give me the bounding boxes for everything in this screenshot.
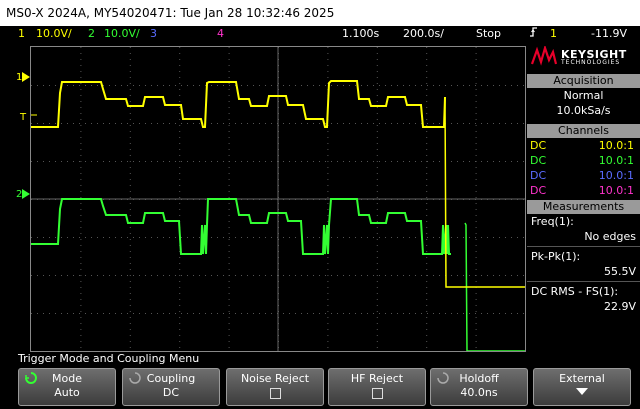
noise-reject-checkbox[interactable]	[269, 388, 281, 399]
time-reference[interactable]: 1.100s	[342, 26, 379, 42]
acquisition-header[interactable]: Acquisition	[527, 74, 640, 88]
waveform-display[interactable]	[30, 46, 526, 352]
rotary-knob-icon	[129, 372, 141, 388]
ch2-ground-marker[interactable]: 2	[16, 189, 31, 201]
measurement-pkpk[interactable]: Pk-Pk(1): 55.5V	[527, 249, 640, 279]
ch2-scale[interactable]: 10.0V/	[104, 26, 140, 42]
ch3-number[interactable]: 3	[150, 26, 157, 42]
ch2-number[interactable]: 2	[88, 26, 95, 42]
keysight-wave-icon	[531, 46, 557, 66]
channels-header[interactable]: Channels	[527, 124, 640, 138]
hf-reject-softkey[interactable]: HF Reject	[328, 368, 426, 406]
ch1-tail-trace	[444, 96, 525, 288]
channel-row-4[interactable]: DC 10.0:1	[527, 183, 640, 198]
channel-row-2[interactable]: DC 10.0:1	[527, 153, 640, 168]
trigger-level-marker[interactable]: T	[20, 112, 26, 124]
trigger-level[interactable]: -11.9V	[591, 26, 627, 42]
channel-row-3[interactable]: DC 10.0:1	[527, 168, 640, 183]
brand-name: KEYSIGHT	[561, 47, 627, 61]
keysight-logo: KEYSIGHT TECHNOLOGIES	[527, 42, 640, 72]
status-bar: 1 10.0V/ 2 10.0V/ 3 4 1.100s 200.0s/ Sto…	[0, 26, 640, 42]
time-scale[interactable]: 200.0s/	[403, 26, 444, 42]
channel-row-1[interactable]: DC 10.0:1	[527, 138, 640, 153]
ch1-ground-marker[interactable]: 1	[16, 72, 31, 84]
measurement-dcrms[interactable]: DC RMS - FS(1): 22.9V	[527, 284, 640, 314]
mode-softkey[interactable]: Mode Auto	[18, 368, 116, 406]
rotary-knob-icon	[25, 372, 37, 388]
ch1-number[interactable]: 1	[18, 26, 25, 42]
run-state[interactable]: Stop	[476, 26, 501, 42]
ch2-trace	[31, 198, 451, 255]
acquisition-mode: Normal	[563, 89, 604, 102]
rotary-knob-icon	[437, 372, 449, 388]
submenu-arrow-icon	[534, 386, 630, 401]
side-panel: KEYSIGHT TECHNOLOGIES Acquisition Normal…	[527, 42, 640, 352]
measurements-header[interactable]: Measurements	[527, 200, 640, 214]
brand-sub: TECHNOLOGIES	[561, 58, 621, 66]
ch4-number[interactable]: 4	[217, 26, 224, 42]
trigger-edge-icon	[529, 26, 539, 43]
ch1-scale[interactable]: 10.0V/	[36, 26, 72, 42]
trigger-channel: 1	[550, 27, 557, 40]
window-title: MS0-X 2024A, MY54020471: Tue Jan 28 10:3…	[0, 0, 640, 26]
coupling-softkey[interactable]: Coupling DC	[122, 368, 220, 406]
external-softkey[interactable]: External	[533, 368, 631, 406]
acquisition-rate: 10.0kSa/s	[556, 104, 611, 117]
holdoff-softkey[interactable]: Holdoff 40.0ns	[430, 368, 528, 406]
noise-reject-softkey[interactable]: Noise Reject	[226, 368, 324, 406]
softkey-bar: Mode Auto Coupling DC Noise Reject HF Re…	[0, 366, 640, 409]
menu-title: Trigger Mode and Coupling Menu	[18, 352, 200, 365]
measurement-freq[interactable]: Freq(1): No edges	[527, 214, 640, 244]
ch1-trace	[31, 80, 446, 128]
hf-reject-checkbox[interactable]	[371, 388, 383, 399]
